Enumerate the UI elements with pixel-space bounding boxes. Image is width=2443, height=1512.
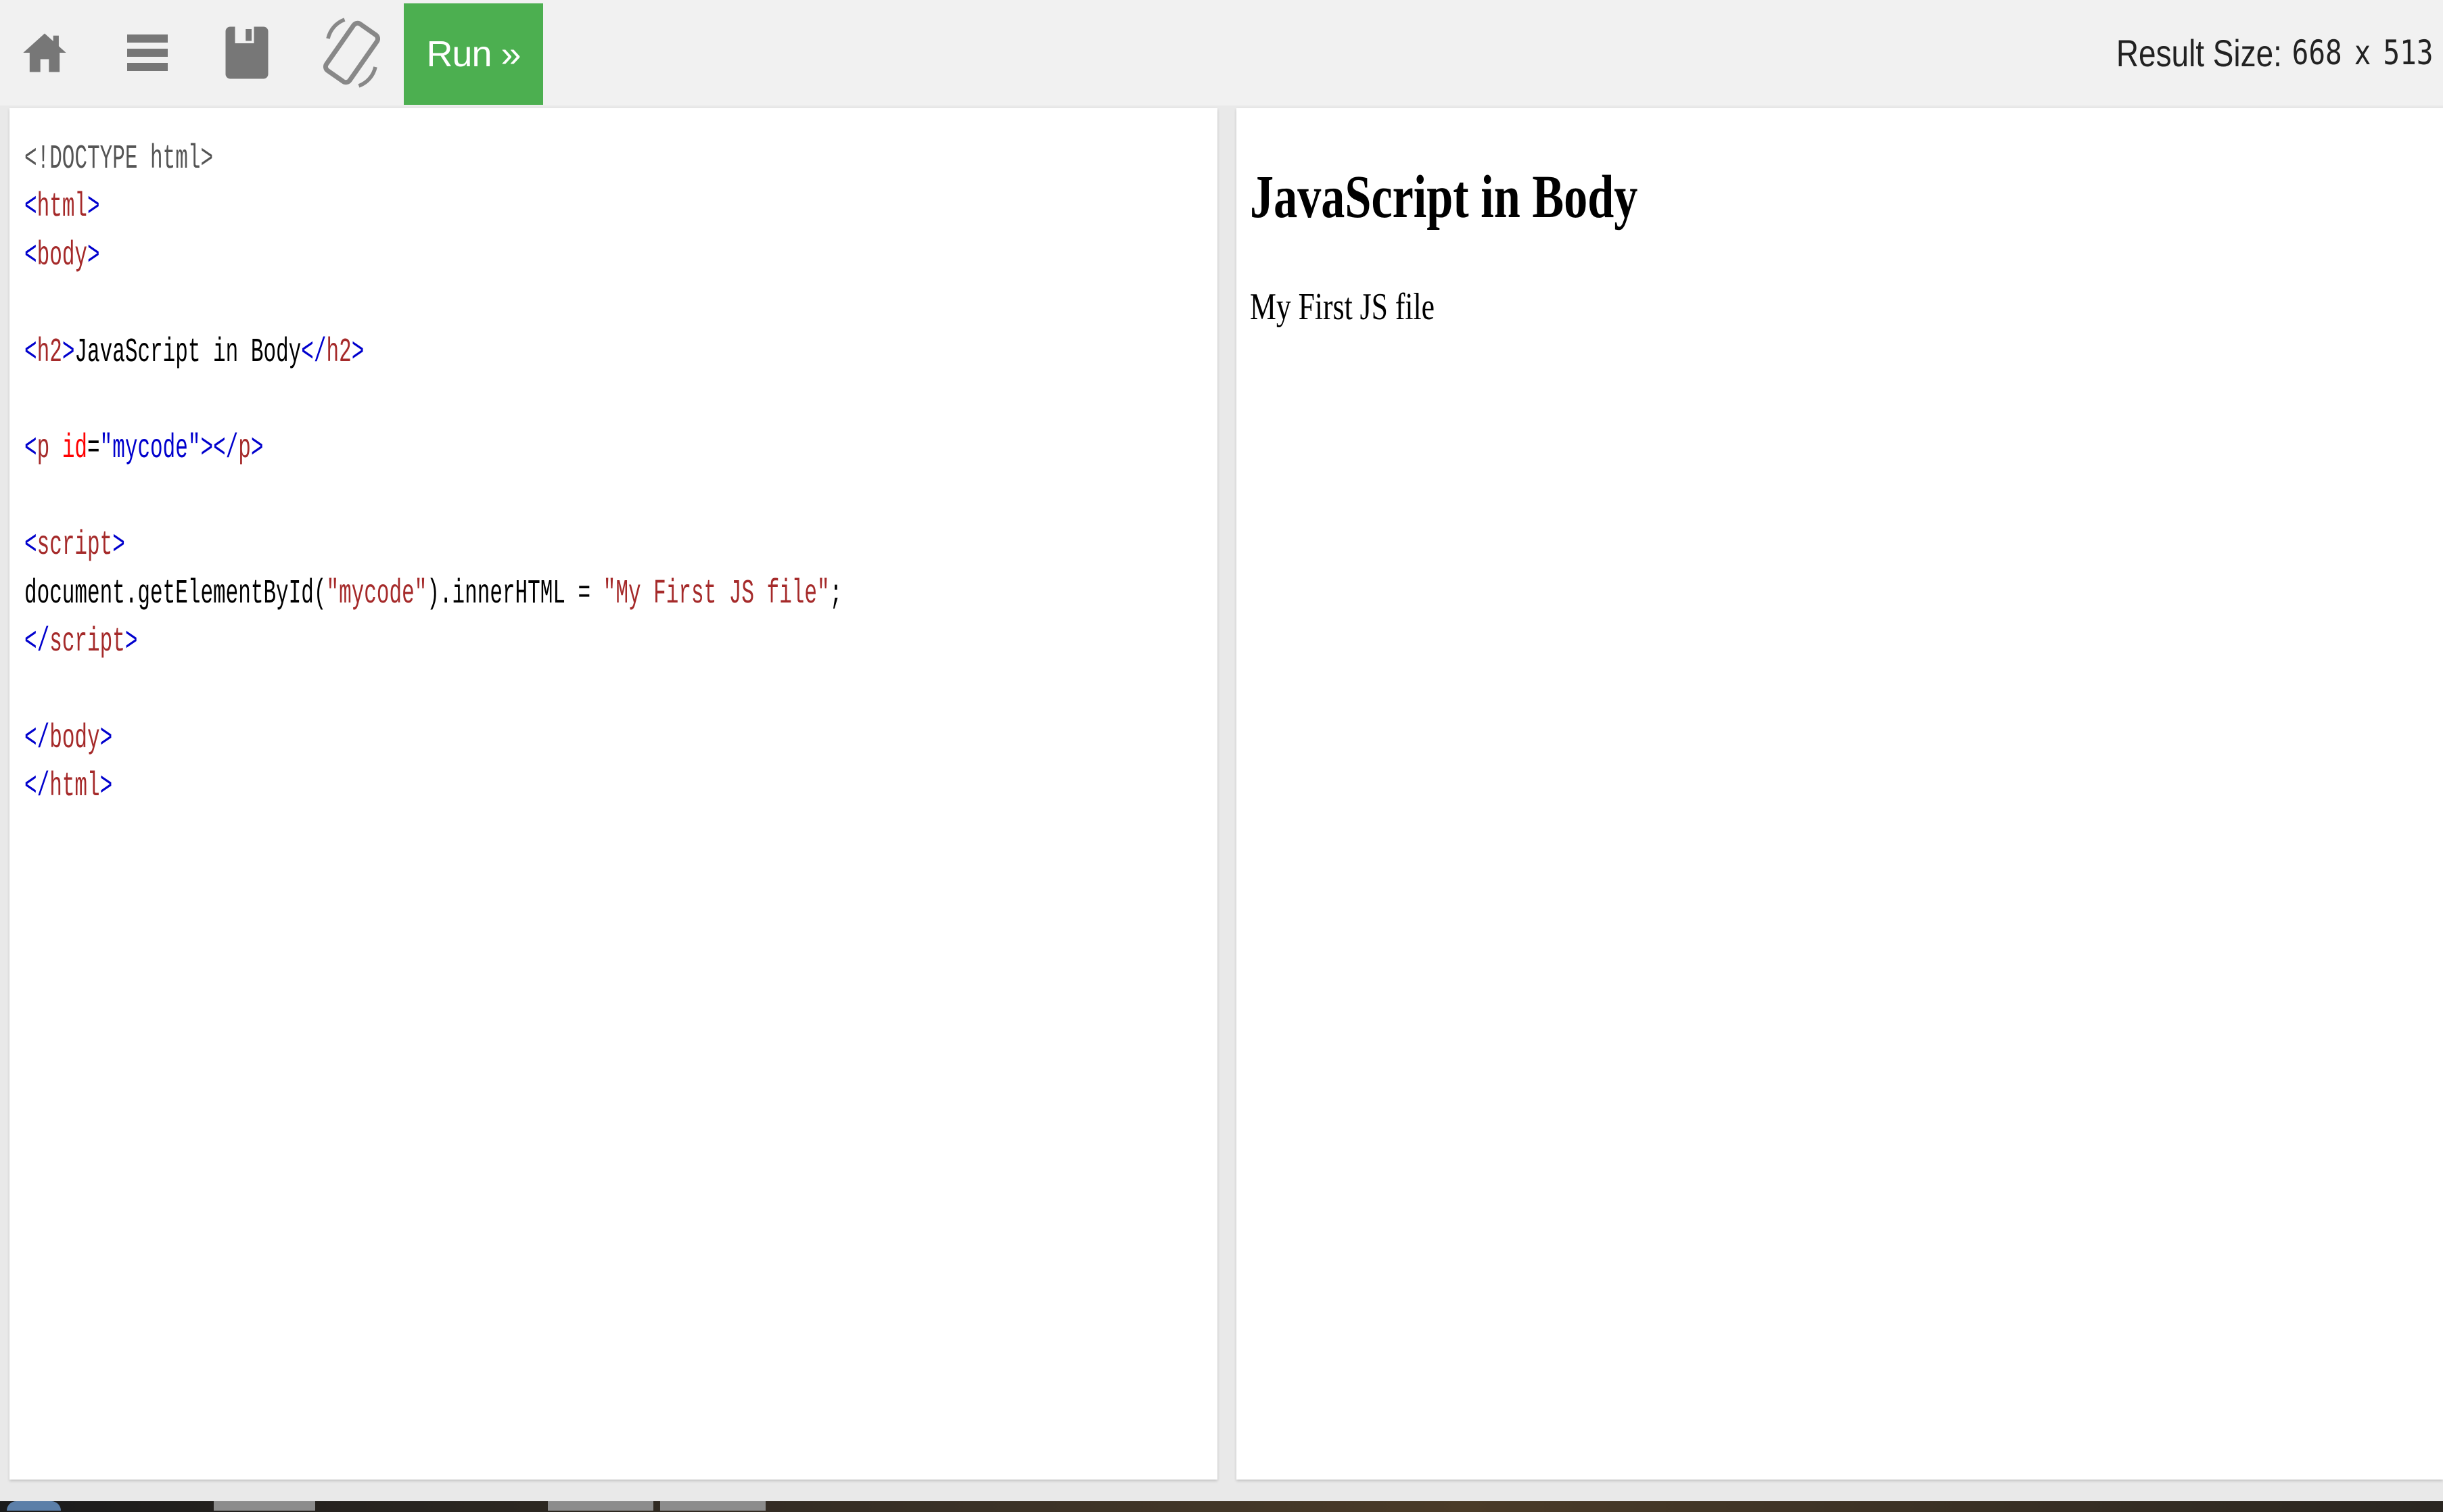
code-token: id (62, 429, 88, 469)
result-width: 668 (2292, 33, 2343, 72)
result-height: 513 (2383, 33, 2434, 72)
code-token: < (24, 333, 37, 372)
code-token: < (24, 236, 37, 275)
result-frame: JavaScript in Body My First JS file (1236, 108, 2443, 1480)
code-token: < (24, 188, 37, 227)
code-token: <!DOCTYPE html> (24, 140, 214, 179)
code-token: > (99, 767, 113, 807)
code-line[interactable]: <body> (24, 232, 842, 280)
code-token: p (238, 429, 251, 469)
code-token: </ (24, 622, 50, 661)
code-token: document.getElementById( (24, 574, 327, 613)
code-token: body (37, 236, 88, 275)
code-line[interactable] (24, 377, 842, 425)
code-token: > (250, 429, 264, 469)
result-size-label: Result Size: (2116, 31, 2283, 74)
code-token: > (124, 622, 138, 661)
start-button[interactable] (7, 1501, 61, 1511)
code-token: ></ (200, 429, 239, 469)
result-size-separator: x (2354, 33, 2371, 72)
code-token: "mycode" (326, 574, 427, 613)
code-token: "My First JS file" (603, 574, 830, 613)
code-line[interactable]: </script> (24, 618, 842, 666)
taskbar-item[interactable] (660, 1501, 766, 1511)
code-token: html (49, 767, 100, 807)
code-text[interactable]: <!DOCTYPE html> <html> <body> <h2>JavaScri… (24, 135, 842, 811)
rotate-icon[interactable] (318, 0, 386, 105)
code-token: p (37, 429, 62, 469)
code-token: script (49, 622, 125, 661)
code-token: html (37, 188, 88, 227)
code-token: > (87, 236, 100, 275)
code-line[interactable]: </html> (24, 763, 842, 811)
code-token: > (99, 719, 113, 758)
os-taskbar (0, 1501, 2443, 1512)
code-token: script (37, 526, 113, 565)
save-icon[interactable] (219, 0, 275, 105)
toolbar: Run » Result Size: 668 x 513 (0, 0, 2443, 105)
home-icon[interactable] (15, 0, 74, 105)
run-button[interactable]: Run » (404, 3, 543, 105)
code-token: body (49, 719, 100, 758)
code-token: "mycode" (99, 429, 201, 469)
code-editor[interactable]: <!DOCTYPE html> <html> <body> <h2>JavaScri… (9, 108, 1217, 1480)
result-heading: JavaScript in Body (1250, 164, 1638, 231)
code-token: > (112, 526, 125, 565)
code-token: > (62, 333, 75, 372)
code-line[interactable] (24, 666, 842, 714)
code-line[interactable]: <h2>JavaScript in Body</h2> (24, 329, 842, 377)
taskbar-item[interactable] (214, 1501, 315, 1511)
code-line[interactable]: document.getElementById("mycode").innerH… (24, 570, 842, 618)
code-token: </ (24, 719, 50, 758)
code-token: h2 (37, 333, 62, 372)
result-paragraph: My First JS file (1250, 286, 1435, 328)
code-line[interactable]: <html> (24, 183, 842, 231)
code-line[interactable]: <!DOCTYPE html> (24, 135, 842, 183)
code-token: h2 (326, 333, 352, 372)
code-token: = (87, 429, 100, 469)
result-size: Result Size: 668 x 513 (2116, 0, 2434, 105)
code-line[interactable] (24, 473, 842, 521)
code-token: </ (24, 767, 50, 807)
code-token: > (351, 333, 365, 372)
code-token: JavaScript in Body (74, 333, 302, 372)
code-line[interactable]: </body> (24, 715, 842, 763)
code-line[interactable]: <p id="mycode"></p> (24, 425, 842, 473)
code-token: ).innerHTML = (427, 574, 603, 613)
code-token: ; (829, 574, 843, 613)
code-token: < (24, 526, 37, 565)
code-token: < (24, 429, 37, 469)
code-line[interactable]: <script> (24, 521, 842, 569)
code-token: > (87, 188, 100, 227)
code-line[interactable] (24, 280, 842, 328)
menu-icon[interactable] (118, 0, 177, 105)
code-token: </ (301, 333, 327, 372)
taskbar-item[interactable] (548, 1501, 653, 1511)
